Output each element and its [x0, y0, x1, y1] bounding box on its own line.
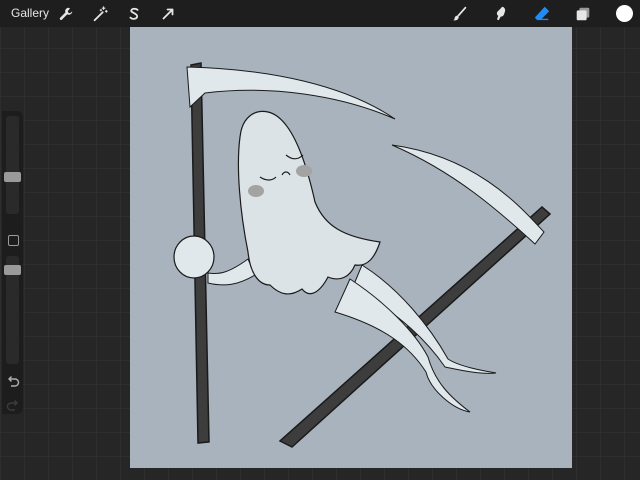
brush-icon[interactable] — [450, 4, 470, 24]
ghost-right-cheek — [296, 165, 312, 177]
top-toolbar: Gallery — [0, 0, 640, 27]
ghost-hand — [173, 235, 215, 279]
modify-button[interactable] — [8, 235, 19, 246]
ghost-body — [237, 110, 381, 295]
brush-size-slider[interactable] — [6, 116, 19, 214]
arrow-cursor-icon[interactable] — [158, 4, 178, 24]
brush-sidebar — [2, 111, 23, 414]
ghost-left-cheek — [248, 185, 264, 197]
undo-icon[interactable] — [6, 375, 20, 387]
wrench-icon[interactable] — [56, 4, 76, 24]
ghost-arm — [207, 258, 256, 286]
gallery-button[interactable]: Gallery — [11, 6, 49, 20]
color-picker-swatch[interactable] — [616, 5, 633, 22]
back-scythe-blade — [391, 144, 545, 245]
drawing-canvas[interactable] — [130, 27, 572, 468]
redo-icon[interactable] — [6, 399, 20, 411]
front-scythe-blade — [186, 66, 396, 120]
layers-icon[interactable] — [573, 4, 593, 24]
artwork-illustration — [173, 62, 552, 448]
brush-size-thumb[interactable] — [4, 172, 21, 182]
smudge-icon[interactable] — [491, 4, 511, 24]
eraser-icon[interactable] — [532, 4, 552, 24]
opacity-thumb[interactable] — [4, 265, 21, 275]
magic-wand-icon[interactable] — [90, 4, 110, 24]
selection-s-icon[interactable] — [124, 4, 144, 24]
